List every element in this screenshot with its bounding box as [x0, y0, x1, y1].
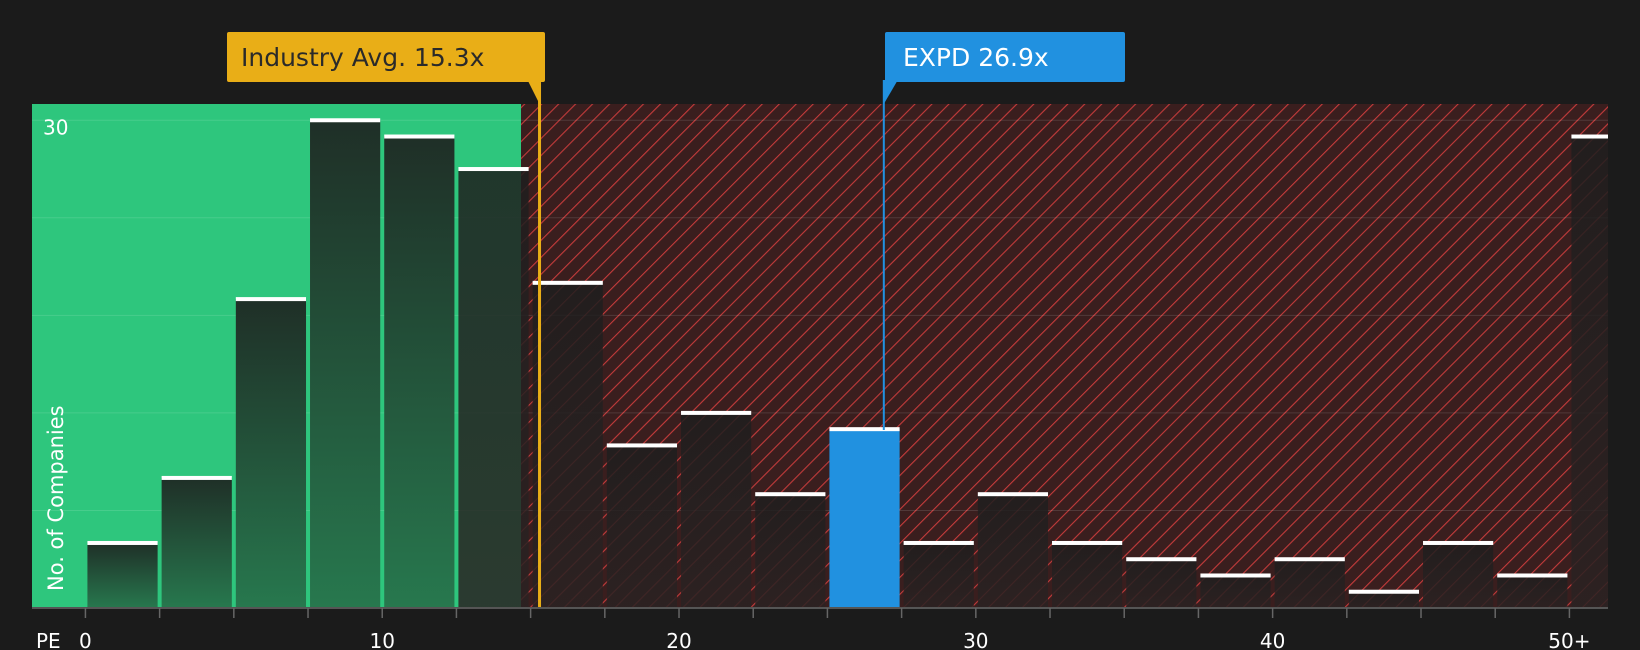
- histogram-bar: [755, 494, 826, 608]
- x-tick-label: 40: [1260, 629, 1285, 650]
- company-pe-label: EXPD 26.9x: [903, 42, 1049, 72]
- bar-cap: [977, 492, 1049, 497]
- histogram-bar: [606, 445, 678, 608]
- bar-cap: [903, 540, 974, 545]
- industry-callout-pointer: [527, 80, 540, 104]
- histogram-bar: [1348, 591, 1420, 608]
- bar-cap: [87, 540, 158, 545]
- x-tick-label: 20: [666, 629, 691, 650]
- histogram-bar: [1200, 575, 1271, 608]
- y-tick-label: 30: [43, 115, 68, 139]
- histogram-bar: [458, 169, 529, 608]
- histogram-bar: [1052, 542, 1123, 608]
- histogram-bar: [1571, 136, 1608, 609]
- bar-cap: [1348, 589, 1420, 594]
- histogram-bar: [310, 120, 381, 609]
- histogram-bar: [384, 136, 455, 609]
- histogram-bar: [1274, 559, 1345, 608]
- histogram-bar: [829, 429, 900, 608]
- histogram-bar: [87, 542, 158, 608]
- histogram-bar: [1497, 575, 1568, 608]
- x-axis-label: PE: [36, 629, 61, 650]
- histogram-bar: [1126, 559, 1197, 608]
- bar-cap: [606, 443, 678, 448]
- bar-cap: [1423, 540, 1494, 545]
- industry-average-label: Industry Avg. 15.3x: [241, 42, 485, 72]
- histogram-bar: [903, 542, 974, 608]
- histogram-bar: [532, 282, 603, 608]
- x-tick-label: 0: [79, 629, 92, 650]
- industry-average-callout: Industry Avg. 15.3x: [227, 32, 545, 82]
- histogram-bar: [977, 494, 1049, 608]
- histogram-bar: [235, 299, 307, 608]
- pe-distribution-chart: 0 10 20 30 40 50+ 30 No. of Companies PE: [32, 80, 1608, 650]
- histogram-bar: [161, 477, 232, 608]
- bar-cap: [1126, 557, 1197, 562]
- y-axis-label: No. of Companies: [44, 405, 68, 591]
- x-tick-label: 50+: [1548, 629, 1590, 650]
- bar-cap: [1274, 557, 1345, 562]
- histogram-bar: [1423, 542, 1494, 608]
- bar-cap: [681, 410, 752, 415]
- bar-cap: [1200, 573, 1271, 578]
- bar-cap: [829, 427, 900, 432]
- x-tick-label: 10: [369, 629, 394, 650]
- bar-cap: [1571, 134, 1608, 139]
- bar-cap: [161, 475, 232, 480]
- bar-cap: [755, 492, 826, 497]
- bar-cap: [1497, 573, 1568, 578]
- bar-cap: [532, 280, 603, 285]
- company-callout-pointer: [883, 80, 898, 104]
- bar-cap: [235, 297, 307, 302]
- bar-cap: [1052, 540, 1123, 545]
- bar-cap: [458, 167, 529, 172]
- x-tick-label: 30: [963, 629, 988, 650]
- histogram-bar: [681, 412, 752, 608]
- bar-cap: [310, 118, 381, 123]
- bar-cap: [384, 134, 455, 139]
- company-pe-callout: EXPD 26.9x: [885, 32, 1125, 82]
